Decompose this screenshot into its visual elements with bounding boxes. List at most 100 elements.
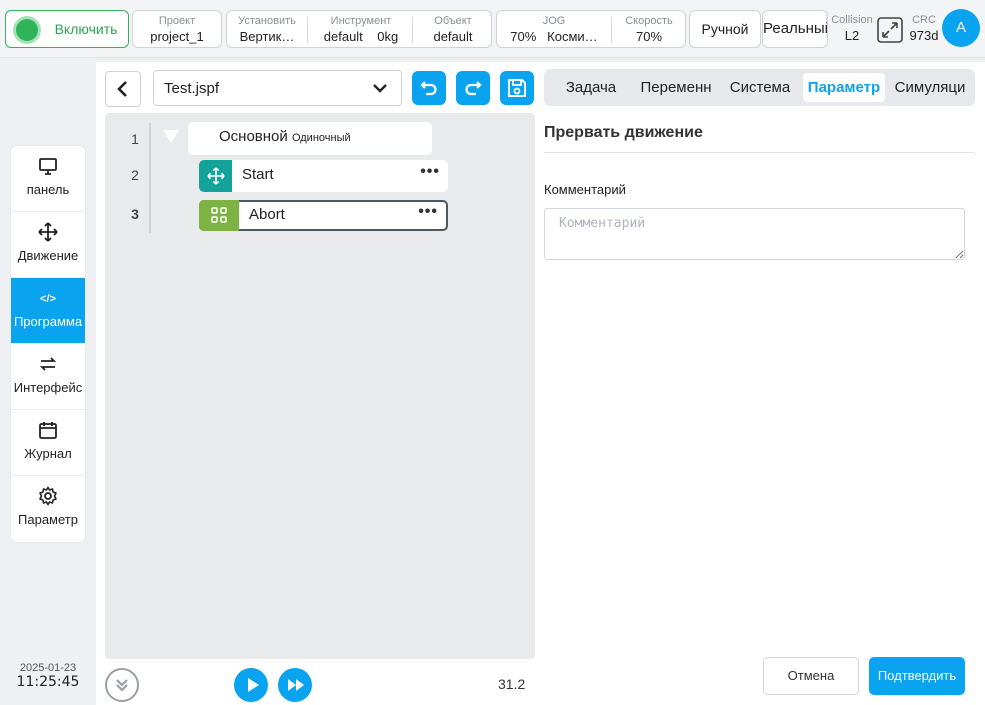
jog-speed-group[interactable]: JOG 70% Косми… Скорость 70%: [496, 10, 686, 48]
play-icon: [247, 678, 259, 692]
redo-button[interactable]: [456, 71, 490, 105]
power-label: Включить: [54, 21, 118, 37]
sidebar-item-label: Интерфейс: [13, 380, 83, 395]
file-select[interactable]: Test.jspf: [153, 70, 402, 106]
node-label: Основной Одиночный: [219, 128, 351, 145]
mode-button[interactable]: Ручной: [689, 10, 761, 48]
file-name: Test.jspf: [164, 80, 220, 97]
move-icon: [11, 222, 85, 244]
monitor-icon: [11, 156, 85, 178]
install-label: Установить: [238, 15, 296, 27]
sidebar-item-program[interactable]: </> Программа: [11, 278, 85, 344]
jog-label: JOG: [542, 15, 566, 27]
node-label: Abort: [249, 206, 285, 223]
redo-icon: [465, 81, 482, 96]
gear-icon: [11, 486, 85, 508]
sidebar-item-interface[interactable]: Интерфейс: [11, 344, 85, 410]
fullscreen-icon[interactable]: [877, 17, 903, 43]
sidebar-item-label: Движение: [17, 248, 79, 263]
divider: [611, 17, 612, 43]
power-button[interactable]: Включить: [5, 10, 129, 48]
save-button[interactable]: [500, 71, 534, 105]
panel-title: Прервать движение: [544, 124, 703, 141]
collision-value: L2: [844, 28, 860, 43]
divider: [307, 17, 308, 43]
tab-system[interactable]: Система: [722, 73, 798, 102]
tree-gutter: [149, 123, 151, 233]
speed-value: 70%: [635, 29, 663, 44]
sidebar-item-log[interactable]: Журнал: [11, 410, 85, 476]
version-label: 31.2: [498, 676, 526, 692]
real-mode-button[interactable]: Реальный: [762, 10, 828, 48]
sidebar-item-label: Программа: [13, 314, 83, 329]
tool-value: default 0kg: [311, 29, 411, 45]
sidebar-item-settings[interactable]: Параметр: [11, 476, 85, 542]
more-icon[interactable]: •••: [418, 203, 438, 221]
comment-input[interactable]: [544, 208, 965, 260]
node-label: Start: [242, 166, 274, 183]
clock-date: 2025-01-23: [19, 662, 77, 674]
cancel-button[interactable]: Отмена: [763, 657, 859, 695]
line-number: 1: [131, 131, 139, 147]
tab-variables[interactable]: Переменн: [636, 73, 716, 102]
tool-label: Инструмент: [330, 15, 392, 27]
calendar-icon: [11, 420, 85, 442]
sidebar: панель Движение </> Программа Интерфейс …: [11, 146, 85, 542]
sidebar-item-label: панель: [26, 182, 70, 197]
power-status-icon: [16, 19, 38, 41]
tool-weight: 0kg: [377, 29, 399, 44]
comment-label: Комментарий: [544, 182, 626, 197]
more-icon[interactable]: •••: [420, 163, 440, 181]
sidebar-item-motion[interactable]: Движение: [11, 212, 85, 278]
undo-button[interactable]: [412, 71, 446, 105]
move-icon: [199, 160, 232, 192]
install-value: Вертик…: [239, 29, 295, 44]
tab-task[interactable]: Задача: [552, 73, 630, 102]
crc-indicator: CRC 973d: [906, 10, 942, 48]
fast-forward-icon: [288, 679, 304, 691]
code-icon: </>: [40, 293, 56, 305]
tab-parameter[interactable]: Параметр: [803, 73, 885, 102]
divider: [544, 152, 974, 153]
clock: 2025-01-23 11:25:45: [8, 662, 88, 690]
project-selector[interactable]: Проект project_1: [132, 10, 222, 48]
node-subtitle: Одиночный: [291, 132, 351, 144]
line-number: 3: [131, 206, 139, 222]
undo-icon: [420, 81, 437, 96]
collision-label: Collision: [831, 14, 873, 26]
install-tool-object-group[interactable]: Установить Вертик… Инструмент default 0k…: [226, 10, 492, 48]
sidebar-item-panel[interactable]: панель: [11, 146, 85, 212]
jog-frame: Косми…: [547, 29, 598, 44]
top-bar: Включить Проект project_1 Установить Вер…: [0, 0, 985, 58]
fast-forward-button[interactable]: [278, 668, 312, 702]
speed-label: Скорость: [625, 15, 673, 27]
tree-node-start[interactable]: Start •••: [199, 160, 448, 192]
crc-value: 973d: [909, 28, 939, 43]
line-number: 2: [131, 167, 139, 183]
project-label: Проект: [158, 15, 196, 27]
avatar[interactable]: A: [942, 9, 980, 47]
jog-percent: 70%: [510, 29, 537, 44]
grid-icon: [199, 200, 239, 231]
play-button[interactable]: [234, 668, 268, 702]
confirm-button[interactable]: Подтвердить: [869, 657, 965, 695]
back-button[interactable]: [105, 71, 141, 107]
tree-node-main[interactable]: Основной Одиночный: [188, 122, 432, 155]
swap-icon: [11, 354, 85, 376]
sidebar-item-label: Параметр: [18, 512, 78, 527]
tree-node-abort[interactable]: Abort •••: [199, 200, 448, 231]
program-tree: 1 Основной Одиночный 2 Start ••• 3 Abort…: [105, 113, 535, 659]
scroll-down-button[interactable]: [105, 668, 139, 702]
chevron-double-down-icon: [116, 679, 128, 692]
jog-value: 70% Косми…: [499, 29, 609, 45]
object-label: Объект: [434, 15, 472, 27]
tab-bar: Задача Переменн Система Параметр Симуляц…: [544, 69, 975, 106]
clock-time: 11:25:45: [16, 674, 80, 690]
collapse-toggle-icon[interactable]: [163, 130, 179, 143]
chevron-left-icon: [117, 81, 127, 97]
chevron-down-icon: [371, 79, 389, 100]
save-icon: [508, 79, 526, 97]
node-title: Основной: [219, 128, 288, 145]
collision-indicator[interactable]: Collision L2: [830, 10, 874, 48]
tab-simulation[interactable]: Симуляци: [890, 73, 970, 102]
